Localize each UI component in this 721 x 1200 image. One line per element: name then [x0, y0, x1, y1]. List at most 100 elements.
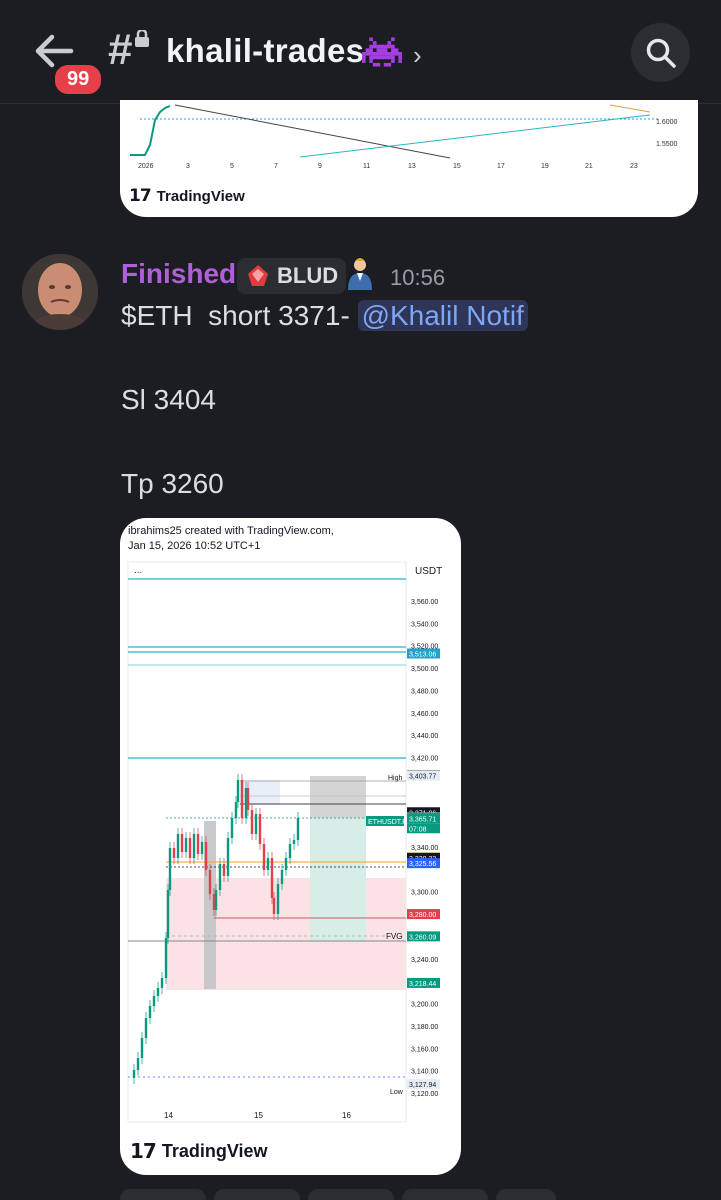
message-text: $ETH short 3371-: [121, 300, 358, 331]
y-tick: 3,340.00: [411, 845, 438, 852]
candle: [188, 838, 192, 858]
price-tag-label: 3,127.94: [409, 1082, 436, 1089]
candle: [176, 834, 180, 858]
candle: [160, 978, 164, 988]
y-tick: 3,560.00: [411, 599, 438, 606]
prev-x-tick: 23: [630, 163, 638, 170]
candle: [262, 844, 266, 870]
candle: [148, 1006, 152, 1018]
candle: [284, 858, 288, 870]
search-button[interactable]: [631, 23, 690, 82]
reaction-button[interactable]: [214, 1189, 300, 1200]
chart-currency: USDT: [415, 566, 442, 577]
candle: [280, 870, 284, 884]
author-name[interactable]: Finished: [121, 258, 236, 290]
reaction-button[interactable]: [120, 1189, 206, 1200]
reaction-button[interactable]: [402, 1189, 488, 1200]
candle: [196, 834, 200, 854]
tradingview-logo: 𝟭𝟳 TradingView: [130, 1139, 268, 1164]
price-tag-label: 3,365.71: [409, 816, 436, 823]
previous-chart-image[interactable]: 2026 3 5 7 9 11 13 15 17 19 21 23 1.6000 1.5500 𝟭𝟳 …: [120, 100, 698, 217]
prev-x-tick: 9: [318, 163, 322, 170]
y-tick: 3,440.00: [411, 733, 438, 740]
red-gem-icon: [248, 265, 268, 286]
chart-header-line2: Jan 15, 2026 10:52 UTC+1: [128, 540, 260, 552]
candle: [254, 814, 258, 834]
y-tick: 3,460.00: [411, 711, 438, 718]
y-tick: 3,500.00: [411, 666, 438, 673]
tradingview-wordmark: TradingView: [156, 187, 245, 205]
message-timestamp: 10:56: [390, 265, 446, 290]
candle: [272, 898, 276, 914]
candle: [172, 848, 176, 858]
message-line-2: Sl 3404: [121, 384, 216, 415]
mention[interactable]: @Khalil Notif: [357, 300, 528, 331]
message-line-1: $ETH short 3371- @Khalil Notif: [121, 300, 528, 332]
candle: [218, 864, 222, 890]
lock-icon: [135, 30, 149, 47]
x-tick: 14: [164, 1111, 173, 1120]
prev-y-tick: 1.6000: [656, 119, 678, 126]
chart-header-line1: ibrahims25 created with TradingView.com,: [128, 525, 334, 537]
candle: [288, 844, 292, 858]
low-label: Low: [390, 1089, 404, 1096]
tradingview-logo: 𝟭𝟳 TradingView: [129, 186, 245, 206]
price-tag-label: 3,403.77: [409, 774, 436, 781]
chevron-right-icon[interactable]: ›: [413, 40, 422, 71]
search-icon: [646, 38, 676, 68]
candle: [296, 818, 300, 840]
price-chart: ibrahims25 created with TradingView.com,…: [127, 525, 442, 1123]
y-tick: 3,480.00: [411, 688, 438, 695]
high-label: High: [388, 775, 403, 782]
candle: [240, 780, 244, 818]
x-tick: 16: [342, 1111, 351, 1120]
prev-x-tick: 13: [408, 163, 416, 170]
y-tick: 3,160.00: [411, 1046, 438, 1053]
prev-x-tick: 2026: [138, 163, 154, 170]
fvg-label: FVG: [386, 932, 402, 941]
price-tag-label: 3,280.00: [409, 912, 436, 919]
candle: [246, 788, 250, 810]
candle: [276, 884, 280, 914]
candle: [192, 834, 196, 858]
prev-y-tick: 1.5500: [656, 141, 678, 148]
candle: [156, 988, 160, 996]
prev-x-tick: 15: [453, 163, 461, 170]
avatar[interactable]: [22, 254, 98, 330]
candle: [204, 842, 208, 870]
candle: [152, 996, 156, 1006]
candle: [136, 1058, 140, 1070]
reactions-row: [120, 1189, 580, 1200]
prev-x-tick: 5: [230, 163, 234, 170]
tradingview-mark-icon: 𝟭𝟳: [130, 1141, 157, 1163]
candle: [226, 838, 230, 876]
chart-menu: ...: [134, 565, 142, 576]
avatar-image: [22, 254, 98, 330]
y-tick: 3,420.00: [411, 756, 438, 763]
reaction-button[interactable]: [496, 1189, 556, 1200]
reaction-button[interactable]: [308, 1189, 394, 1200]
price-tag-label: 3,260.09: [409, 934, 436, 941]
candle: [144, 1018, 148, 1038]
message-line-3: Tp 3260: [121, 468, 224, 499]
candle: [164, 938, 168, 978]
role-tag[interactable]: BLUD: [237, 258, 347, 294]
chart-image[interactable]: ibrahims25 created with TradingView.com,…: [120, 518, 461, 1175]
y-tick: 3,540.00: [411, 621, 438, 628]
candle: [292, 840, 296, 844]
candle: [236, 780, 240, 802]
prev-x-tick: 11: [363, 163, 370, 170]
channel-header: 99 # khalil-trades ›: [0, 0, 721, 104]
channel-title[interactable]: khalil-trades: [166, 32, 364, 70]
price-tag-label: 3,218.44: [409, 981, 436, 988]
price-tag-label: 3,513.06: [409, 651, 436, 658]
alien-monster-icon: [362, 37, 402, 67]
candle: [184, 838, 188, 852]
y-tick: 3,140.00: [411, 1069, 438, 1076]
price-tag-label: 3,325.56: [409, 861, 436, 868]
tradingview-mark-icon: 𝟭𝟳: [129, 186, 152, 205]
y-tick: 3,240.00: [411, 957, 438, 964]
candle: [132, 1070, 136, 1078]
prev-x-tick: 3: [186, 163, 190, 170]
y-tick: 3,200.00: [411, 1002, 438, 1009]
